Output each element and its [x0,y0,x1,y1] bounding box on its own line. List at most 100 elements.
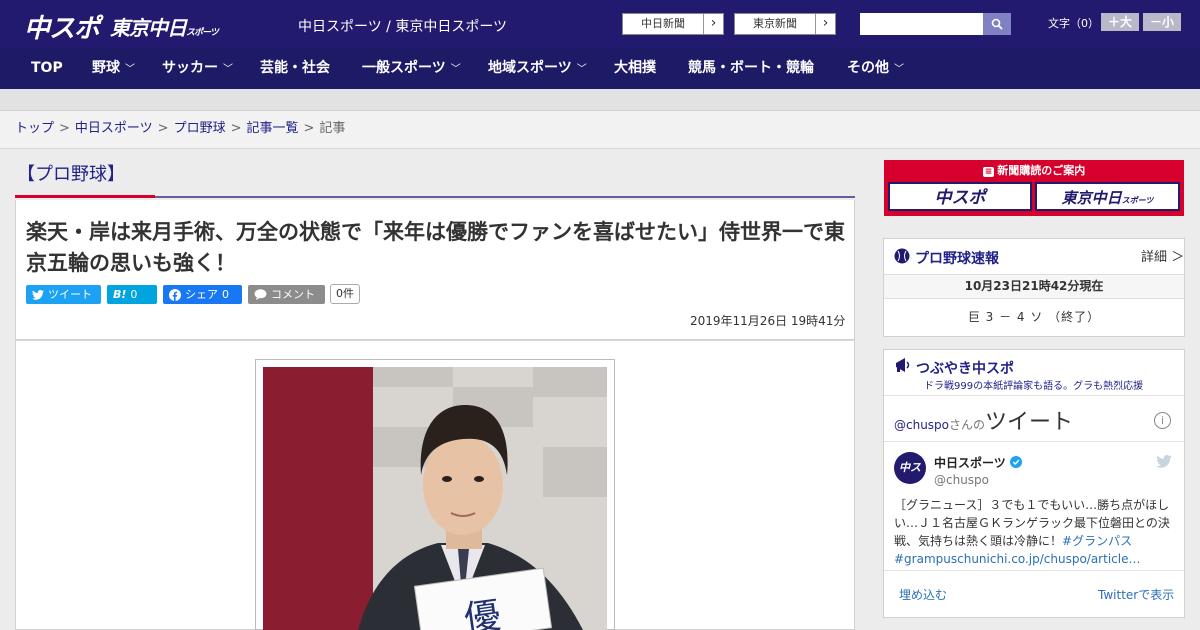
ad-tokyo-chunichi-logo[interactable]: 東京中日スポーツ [1035,182,1180,211]
chevron-down-icon: ﹀ [450,64,461,75]
verified-badge-icon [1009,456,1022,468]
megaphone-icon [896,358,910,372]
font-size-label: 文字（0） [1048,17,1099,30]
baseball-widget-title: プロ野球速報 [915,251,999,267]
nav-label: TOP [31,60,63,76]
tokyo-shimbun-link[interactable]: 東京新聞 › [734,13,836,35]
nav-local-sports[interactable]: 地域スポーツ ﹀ [488,48,587,89]
article-category: 【プロ野球】 [17,164,125,185]
nav-label: その他 [847,60,889,76]
article-photo[interactable]: 優 [263,367,607,630]
ad-tokyo-logo-text: 東京中日 [1061,189,1122,207]
avatar[interactable]: 中スポ [894,452,926,506]
hashtag-link[interactable]: #グランパス [1062,534,1132,548]
site-names: 中日スポーツ / 東京中日スポーツ [298,19,508,35]
nav-racing[interactable]: 競馬・ボート・競輪 [688,48,814,89]
tweets-word: ツイート [985,410,1074,435]
search-icon [991,18,1003,30]
search-button[interactable] [983,13,1011,35]
tweet-button[interactable]: ツイート [26,285,101,304]
breadcrumb-separator: > [230,121,242,136]
baseball-score[interactable]: 巨 3 － 4 ソ （終了） [884,308,1184,325]
tokyo-logo-small: スポーツ [186,28,219,38]
photo-sign-text: 優 [462,595,503,630]
chevron-down-icon: ﹀ [576,64,587,75]
baseball-as-of: 10月23日21時42分現在 [884,275,1184,299]
chevron-down-icon: ﹀ [223,64,233,75]
twitter-handle-link[interactable]: @chuspo [894,418,949,432]
font-larger-button[interactable]: ＋大 [1101,13,1139,31]
ad-tokyo-logo-small: スポーツ [1121,196,1154,205]
subscription-ad-title: ≡ 新聞購読のご案内 [884,162,1184,178]
chuspo-logo[interactable]: 中スポ [24,8,100,45]
comment-label: コメント [271,288,315,301]
article-headline: 楽天・岸は来月手術、万全の状態で「来年は優勝でファンを喜ばせたい」侍世界一で東京… [26,220,845,275]
category-underline [155,196,855,198]
embed-link[interactable]: 埋め込む [899,586,947,603]
player-portrait-image: 優 [263,367,607,630]
nav-sumo[interactable]: 大相撲 [614,48,656,89]
twitter-widget-title: つぶやき中スポ [916,361,1014,377]
breadcrumb: トップ > 中日スポーツ > プロ野球 > 記事一覧 > 記事 [0,111,1200,149]
twitter-bird-icon[interactable] [1156,455,1172,468]
breadcrumb-separator: > [59,121,70,136]
tweet-label: ツイート [48,288,92,301]
facebook-share-button[interactable]: シェア 0 [163,285,242,304]
chevron-down-icon: ﹀ [125,64,135,75]
facebook-label: シェア [185,288,218,301]
twitter-bird-icon [32,289,44,300]
nav-baseball[interactable]: 野球 ﹀ [92,48,135,89]
nav-label: 野球 [92,60,120,76]
account-name-text: 中日スポーツ [934,456,1006,470]
baseball-detail-link[interactable]: 詳細 ＞ [1141,246,1184,265]
search-input[interactable] [860,13,983,35]
comment-button[interactable]: コメント [248,285,325,304]
comment-count[interactable]: 0件 [330,284,360,304]
divider [884,395,1184,396]
subscription-ad[interactable]: ≡ 新聞購読のご案内 中スポ 東京中日スポーツ [884,160,1184,216]
hatena-bookmark-button[interactable]: B! 0 [107,285,157,304]
facebook-icon [169,288,181,301]
paper-link-label: 中日新聞 [641,17,685,30]
paper-link-label: 東京新聞 [753,17,797,30]
chevron-down-icon: ﹀ [894,64,904,75]
chevron-right-icon: › [703,14,723,34]
tweet-account-name[interactable]: 中日スポーツ [934,454,1022,471]
font-smaller-button[interactable]: －小 [1143,13,1181,31]
nav-label: 地域スポーツ [488,60,572,76]
top-header: 中スポ 東京中日スポーツ 中日スポーツ / 東京中日スポーツ 中日新聞 › 東京… [0,0,1200,48]
tweet-text: ［グラニュース］３でも１でもいい…勝ち点がほしい…Ｊ１名古屋ＧＫランゲラック最下… [894,496,1176,568]
chevron-right-icon: › [815,14,835,34]
baseball-icon [894,248,910,264]
info-icon[interactable]: i [1154,412,1171,429]
view-on-twitter-link[interactable]: Twitterで表示 [1098,586,1174,603]
divider [884,570,1184,571]
ad-chuspo-logo[interactable]: 中スポ [888,182,1032,211]
speech-bubble-icon [254,289,267,300]
tokyo-chunichi-logo[interactable]: 東京中日スポーツ [110,12,219,41]
breadcrumb-chunichi-sports[interactable]: 中日スポーツ [75,121,153,136]
breadcrumb-top[interactable]: トップ [15,121,54,136]
breadcrumb-separator: > [303,121,315,136]
category-underline-accent [15,195,155,198]
nav-top[interactable]: TOP [31,48,63,89]
nav-label: サッカー [162,60,218,76]
header-band [0,89,1200,111]
nav-general-sports[interactable]: 一般スポーツ ﹀ [362,48,461,89]
nav-entertainment[interactable]: 芸能・社会 [260,48,330,89]
tweets-header: @chuspoさんのツイート [894,404,1073,436]
nav-label: 芸能・社会 [260,60,330,76]
chunichi-shimbun-link[interactable]: 中日新聞 › [622,13,724,35]
tweet-account-handle[interactable]: @chuspo [934,473,989,487]
tokyo-logo-text: 東京中日 [110,16,187,40]
hashtag-link[interactable]: #grampuschunichi.co.jp/chuspo/article… [894,552,1140,566]
breadcrumb-article-list[interactable]: 記事一覧 [247,121,299,136]
nav-soccer[interactable]: サッカー ﹀ [162,48,233,89]
twitter-widget-subtitle: ドラ戦999の本紙評論家も語る。グラも熱烈応援 [924,381,1144,392]
nav-label: 一般スポーツ [362,60,446,76]
divider [884,441,1184,442]
breadcrumb-current: 記事 [319,121,346,136]
ad-title-text: 新聞購読のご案内 [997,164,1086,177]
breadcrumb-pro-baseball[interactable]: プロ野球 [174,121,226,136]
nav-other[interactable]: その他 ﹀ [847,48,904,89]
